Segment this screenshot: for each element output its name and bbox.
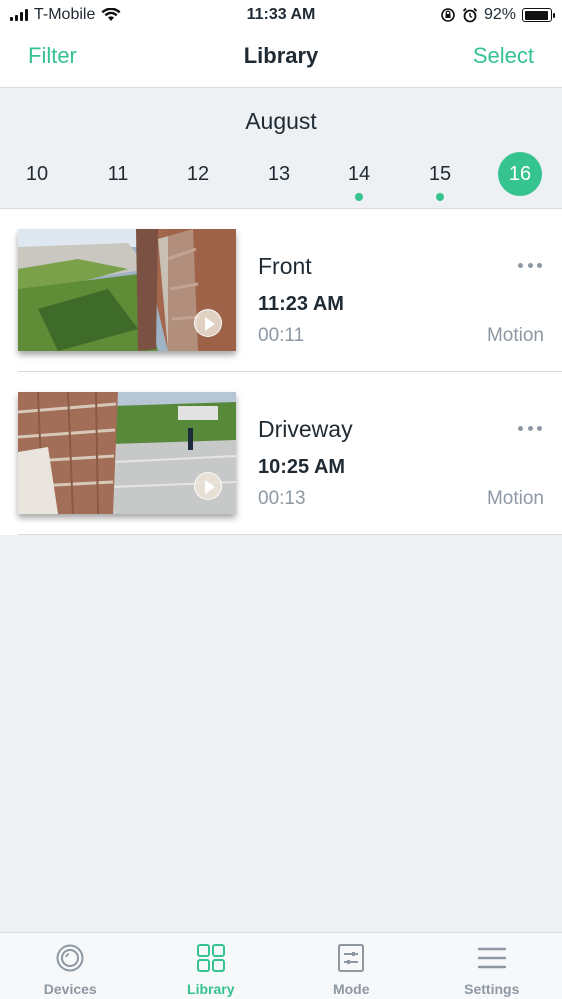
clip-time: 11:23 AM xyxy=(258,293,344,315)
day-label: 13 xyxy=(267,163,291,185)
rotation-lock-icon xyxy=(441,8,455,22)
play-icon[interactable] xyxy=(194,309,222,337)
day-11[interactable]: 11 xyxy=(96,152,140,196)
status-right: 92% xyxy=(440,6,555,24)
day-label: 10 xyxy=(25,163,49,185)
status-bar: T-Mobile 11:33 AM 92% xyxy=(0,0,562,30)
clip-duration: 00:11 xyxy=(258,325,305,346)
status-left: T-Mobile xyxy=(10,6,121,24)
more-options-icon[interactable] xyxy=(518,257,542,273)
day-14[interactable]: 14 xyxy=(337,152,381,201)
day-label: 14 xyxy=(347,163,371,185)
month-label: August xyxy=(245,108,317,134)
more-options-icon[interactable] xyxy=(518,420,542,436)
day-16-selected[interactable]: 16 xyxy=(498,152,542,196)
mode-sliders-icon xyxy=(338,944,365,972)
clip-thumbnail[interactable] xyxy=(18,392,236,514)
library-grid-icon xyxy=(196,944,225,972)
clip-row[interactable]: Front 11:23 AM 00:11 Motion xyxy=(18,209,562,372)
play-icon[interactable] xyxy=(194,472,222,500)
tab-label: Mode xyxy=(332,981,370,997)
tab-library[interactable]: Library xyxy=(141,933,282,999)
day-10[interactable]: 10 xyxy=(15,152,59,196)
clip-thumbnail[interactable] xyxy=(18,229,236,351)
tab-devices[interactable]: Devices xyxy=(0,933,141,999)
day-label: 12 xyxy=(186,163,210,185)
clips-indicator-dot xyxy=(436,193,444,201)
signal-icon xyxy=(10,9,28,21)
camera-name: Front xyxy=(258,253,312,279)
clip-duration: 00:13 xyxy=(258,488,306,509)
event-type: Motion xyxy=(486,325,544,346)
clip-row[interactable]: Driveway 10:25 AM 00:13 Motion xyxy=(18,372,562,535)
clips-indicator-dot xyxy=(355,193,363,201)
tab-label: Library xyxy=(187,981,235,997)
battery-fill xyxy=(524,10,548,20)
day-12[interactable]: 12 xyxy=(176,152,220,196)
day-13[interactable]: 13 xyxy=(257,152,301,196)
carrier-label: T-Mobile xyxy=(34,6,96,23)
battery-icon xyxy=(522,8,555,22)
tab-label: Settings xyxy=(464,981,520,997)
select-button[interactable]: Select xyxy=(473,43,534,69)
tab-bar: Devices Library Mode Settings xyxy=(0,932,562,999)
day-15[interactable]: 15 xyxy=(418,152,462,201)
camera-name: Driveway xyxy=(258,416,353,442)
settings-menu-icon xyxy=(477,947,506,969)
nav-bar: Filter Library Select xyxy=(0,30,562,88)
clip-time: 10:25 AM xyxy=(258,456,346,478)
alarm-icon xyxy=(462,7,478,23)
day-label: 16 xyxy=(508,163,532,185)
tab-label: Devices xyxy=(43,981,97,997)
clip-list: Front 11:23 AM 00:11 Motion Driveway 10:… xyxy=(0,209,562,535)
wifi-icon xyxy=(101,8,121,21)
date-strip: August 10 11 12 13 14 15 16 xyxy=(0,88,562,209)
event-type: Motion xyxy=(486,488,544,509)
day-label: 15 xyxy=(428,163,452,185)
day-label: 11 xyxy=(107,163,129,185)
tab-mode[interactable]: Mode xyxy=(281,933,422,999)
tab-settings[interactable]: Settings xyxy=(422,933,562,999)
battery-percent: 92% xyxy=(483,6,516,23)
devices-icon xyxy=(56,944,84,972)
